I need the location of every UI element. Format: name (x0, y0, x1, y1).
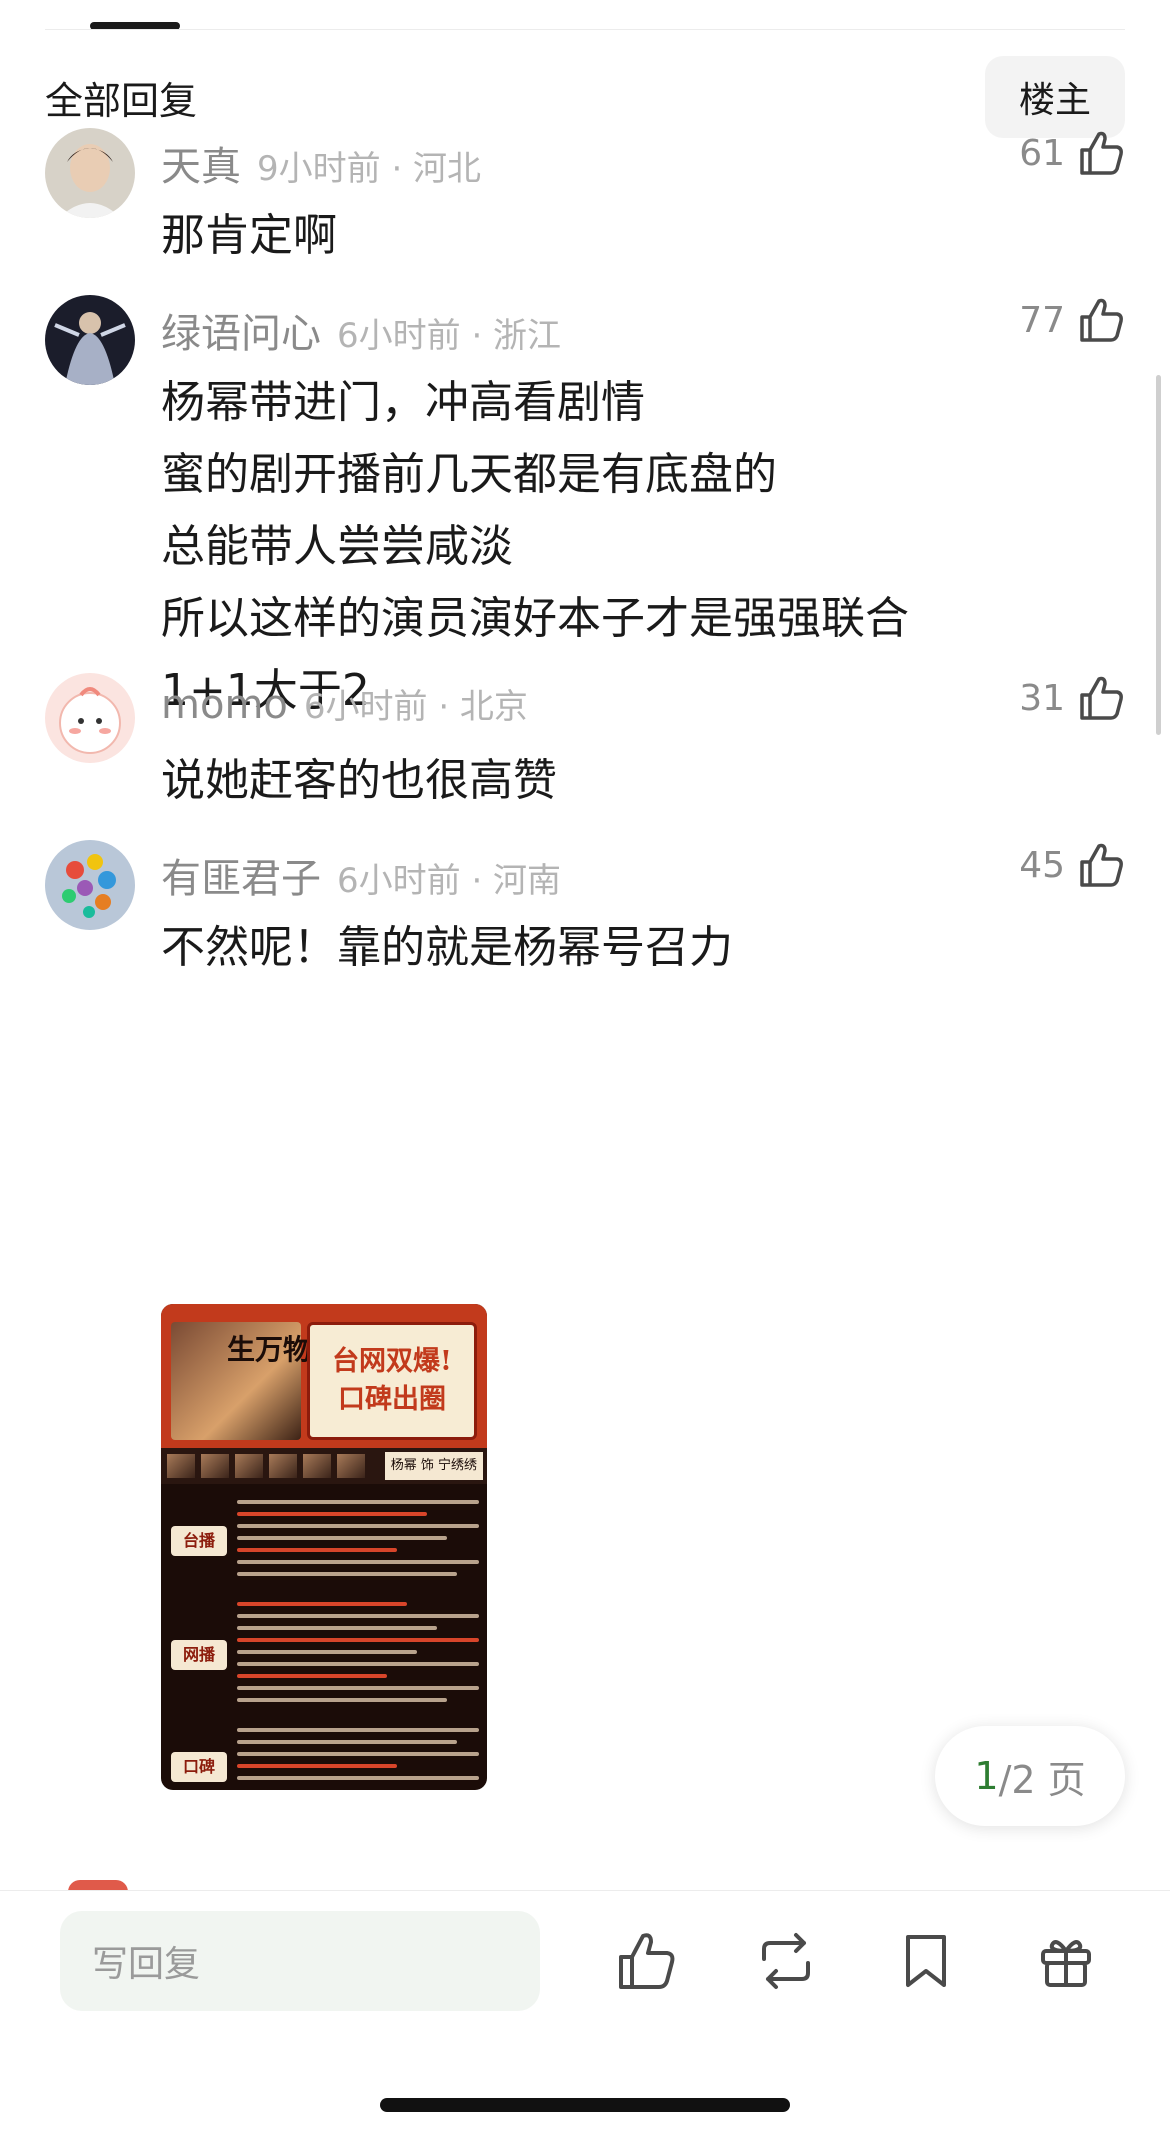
thumbs-up-icon (1080, 676, 1123, 720)
poster-frame (235, 1454, 263, 1478)
comment-text: 那肯定啊 (161, 200, 1125, 272)
like-button[interactable]: 77 (1019, 295, 1125, 345)
scrollbar[interactable] (1156, 375, 1161, 735)
comment-time-location: 6小时前 · 浙江 (337, 316, 562, 356)
poster-frame (201, 1454, 229, 1478)
like-count: 77 (1019, 299, 1065, 341)
thumbs-up-icon (1080, 298, 1123, 342)
comment-line: 蜜的剧开播前几天都是有底盘的 (161, 449, 777, 500)
replies-header: 全部回复 楼主 (45, 56, 1125, 138)
comment-text: 不然呢！靠的就是杨幂号召力 (161, 912, 1125, 984)
username[interactable]: momo (161, 682, 288, 728)
like-button[interactable]: 31 (1019, 673, 1125, 723)
like-count: 31 (1019, 677, 1065, 719)
repost-icon[interactable] (754, 1929, 818, 1993)
comment-time-location: 6小时前 · 河南 (337, 861, 562, 901)
comment-line: 说她赶客的也很高赞 (161, 755, 557, 806)
poster-slogan: 台网双爆! 口碑出圈 (307, 1322, 477, 1440)
comment-item: 天真 9小时前 · 河北 61 那肯定啊 (45, 128, 1125, 261)
thumbs-up-icon (1080, 131, 1123, 175)
username[interactable]: 天真 (161, 134, 241, 192)
username[interactable]: 有匪君子 (161, 846, 321, 904)
reply-input[interactable]: 写回复 (60, 1911, 540, 2011)
poster-drama-title: 生万物 (227, 1333, 312, 1366)
thumbs-up-icon[interactable] (614, 1929, 678, 1993)
username[interactable]: 绿语问心 (161, 301, 321, 359)
poster-section-label: 台播 (171, 1526, 227, 1556)
poster-frame (167, 1454, 195, 1478)
poster-frame (303, 1454, 331, 1478)
avatar[interactable] (45, 673, 135, 763)
comment-item: momo 6小时前 · 北京 31 说她赶客的也很高赞 (45, 673, 1125, 806)
poster-section-label: 口碑 (171, 1752, 227, 1782)
poster-frame (269, 1454, 297, 1478)
comment-line: 杨幂带进门，冲高看剧情 (161, 377, 645, 428)
like-button[interactable]: 61 (1019, 128, 1125, 178)
comment-line: 不然呢！靠的就是杨幂号召力 (161, 922, 733, 973)
poster-header: 生万物 台网双爆! 口碑出圈 (161, 1304, 487, 1448)
comment-time-location: 9小时前 · 河北 (257, 149, 482, 189)
bookmark-icon[interactable] (894, 1929, 958, 1993)
like-count: 61 (1019, 132, 1065, 174)
comment-text: 说她赶客的也很高赞 (161, 745, 1125, 817)
home-indicator[interactable] (380, 2098, 790, 2112)
poster-cast-label: 杨幂 饰 宁绣绣 (384, 1452, 483, 1480)
comment-time-location: 6小时前 · 北京 (303, 687, 528, 727)
like-count: 45 (1019, 844, 1065, 886)
comment-item: 有匪君子 6小时前 · 河南 45 不然呢！靠的就是杨幂号召力 生万物 台网双爆… (45, 840, 1125, 1800)
page-total: /2 页 (998, 1757, 1086, 1802)
comment-item: 绿语问心 6小时前 · 浙江 77 杨幂带进门，冲高看剧情 蜜的剧开播前几天都是… (45, 295, 1125, 716)
comment-line: 所以这样的演员演好本子才是强强联合 (161, 593, 909, 644)
comment-image[interactable]: 生万物 台网双爆! 口碑出圈 杨幂 饰 宁绣绣 台播 网播 口碑 (161, 1304, 487, 1790)
page-indicator[interactable]: 1/2 页 (935, 1726, 1125, 1826)
op-filter-button[interactable]: 楼主 (985, 56, 1125, 138)
all-replies-title: 全部回复 (45, 78, 198, 123)
poster-section-label: 网播 (171, 1640, 227, 1670)
avatar[interactable] (45, 840, 135, 930)
gift-icon[interactable] (1034, 1929, 1098, 1993)
comment-line: 总能带人尝尝咸淡 (161, 521, 513, 572)
bottom-action-bar: 写回复 (0, 1890, 1170, 2138)
avatar[interactable] (45, 128, 135, 218)
top-divider (45, 29, 1125, 30)
poster-frame (337, 1454, 365, 1478)
thumbs-up-icon (1080, 843, 1123, 887)
current-page: 1 (974, 1754, 999, 1798)
like-button[interactable]: 45 (1019, 840, 1125, 890)
comment-line: 那肯定啊 (161, 210, 337, 261)
poster-filmstrip: 杨幂 饰 宁绣绣 (161, 1448, 487, 1484)
avatar[interactable] (45, 295, 135, 385)
